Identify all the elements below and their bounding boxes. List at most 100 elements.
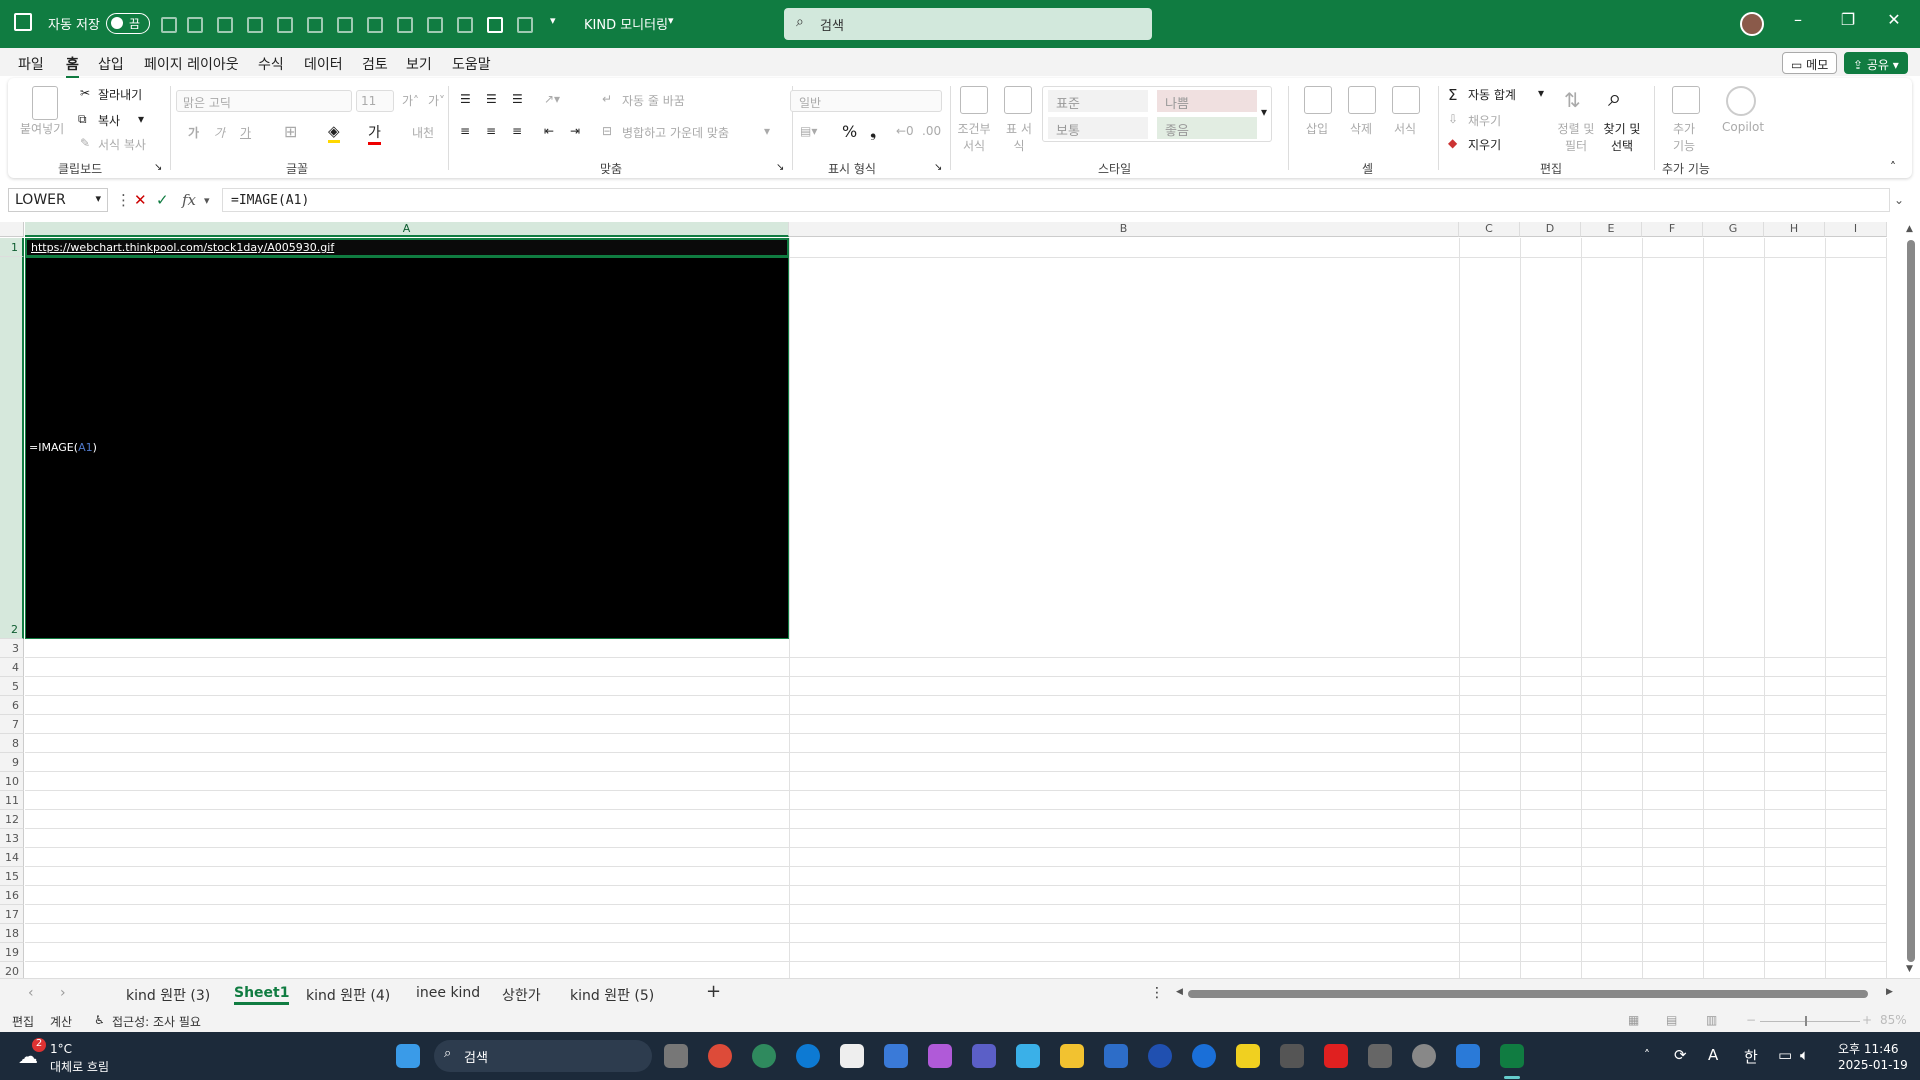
status-calc[interactable]: 계산 [50, 1013, 72, 1030]
insert-cells-button[interactable]: 삽입 [1306, 120, 1328, 137]
select-all-corner[interactable] [0, 222, 24, 237]
delete-cells-icon[interactable] [1348, 86, 1376, 114]
app-icon-3[interactable] [1148, 1044, 1172, 1068]
menu-file[interactable]: 파일 [18, 54, 44, 74]
row-header-17[interactable]: 17 [0, 905, 24, 924]
share-button[interactable]: ⇪ 공유 ▾ [1844, 52, 1908, 74]
outdent-icon[interactable]: ⇤ [544, 124, 554, 138]
row-header-12[interactable]: 12 [0, 810, 24, 829]
table-format-icon[interactable] [1004, 86, 1032, 114]
align-middle-icon[interactable]: ☰ [486, 92, 497, 106]
find-icon[interactable]: ⌕ [1608, 84, 1621, 112]
chevron-up-icon[interactable]: ˄ [1644, 1048, 1650, 1062]
find-select-button[interactable]: 찾기 및 선택 [1600, 120, 1644, 154]
table-format-button[interactable]: 표 서식 [1004, 120, 1034, 154]
page-layout-view-icon[interactable]: ▤ [1666, 1013, 1677, 1027]
font-size-select[interactable]: 11 [356, 90, 394, 112]
row-header-1[interactable]: 1 [0, 238, 24, 257]
qa-icon-10[interactable] [454, 13, 474, 33]
sheet-tab-inee-kind[interactable]: inee kind [416, 985, 480, 1001]
avatar[interactable] [1740, 12, 1764, 36]
sheet-tab-kind-3[interactable]: kind 원판 (3) [126, 985, 210, 1005]
dialog-launcher-icon[interactable]: ↘ [154, 162, 162, 173]
task-view-icon[interactable] [664, 1044, 688, 1068]
paste-icon[interactable] [32, 86, 58, 120]
cut-button[interactable]: 잘라내기 [98, 86, 142, 103]
insert-cells-icon[interactable] [1304, 86, 1332, 114]
qa-icon-5[interactable] [304, 13, 324, 33]
vertical-scrollbar[interactable]: ▲ ▼ [1902, 222, 1920, 978]
menu-data[interactable]: 데이터 [304, 54, 343, 74]
close-icon[interactable]: ✕ [1880, 10, 1908, 29]
volume-icon[interactable]: 🔈︎ [1800, 1046, 1809, 1064]
col-header-i[interactable]: I [1825, 222, 1887, 237]
cell-a1[interactable]: https://webchart.thinkpool.com/stock1day… [25, 238, 789, 257]
clock-date[interactable]: 2025-01-19 [1838, 1058, 1908, 1072]
cell-a2-editing[interactable]: =IMAGE(A1) [25, 257, 789, 639]
orientation-icon[interactable]: ↗▾ [544, 92, 560, 106]
app-icon-5[interactable] [1280, 1044, 1304, 1068]
customize-qa-icon[interactable]: ▾ [550, 14, 556, 27]
app-icon-4[interactable] [1192, 1044, 1216, 1068]
row-header-4[interactable]: 4 [0, 658, 24, 677]
addins-icon[interactable] [1672, 86, 1700, 114]
row-header-7[interactable]: 7 [0, 715, 24, 734]
sheet-tab-upper-limit[interactable]: 상한가 [502, 985, 541, 1005]
col-header-a[interactable]: A [25, 222, 789, 237]
row-header-18[interactable]: 18 [0, 924, 24, 943]
delete-cells-button[interactable]: 삭제 [1350, 120, 1372, 137]
conditional-format-button[interactable]: 조건부 서식 [952, 120, 996, 154]
network-icon[interactable]: ▭ [1778, 1046, 1792, 1064]
percent-icon[interactable]: % [842, 122, 857, 141]
font-name-select[interactable]: 맑은 고딕 [176, 90, 352, 112]
collapse-ribbon-icon[interactable]: ˄ [1890, 160, 1896, 174]
autosum-button[interactable]: 자동 합계 [1468, 86, 1516, 103]
normal-view-icon[interactable]: ▦ [1628, 1013, 1639, 1027]
sort-filter-button[interactable]: 정렬 및 필터 [1556, 120, 1596, 154]
col-header-g[interactable]: G [1703, 222, 1764, 237]
save-icon[interactable] [158, 13, 178, 33]
menu-home[interactable]: 홈 [66, 54, 79, 79]
format-painter-button[interactable]: 서식 복사 [98, 136, 146, 153]
more-icon[interactable]: ⋮ [116, 191, 131, 209]
qa-icon-7[interactable] [364, 13, 384, 33]
fill-color-icon[interactable]: ◈ [328, 122, 340, 143]
calculator-icon[interactable] [1368, 1044, 1392, 1068]
align-left-icon[interactable]: ≡ [460, 124, 470, 138]
sticky-notes-icon[interactable] [1236, 1044, 1260, 1068]
increase-font-icon[interactable]: 가˄ [402, 92, 419, 109]
dialog-launcher-icon[interactable]: ↘ [776, 162, 784, 173]
scroll-up-icon[interactable]: ▲ [1906, 224, 1913, 234]
youtube-icon[interactable] [1324, 1044, 1348, 1068]
col-header-d[interactable]: D [1520, 222, 1581, 237]
col-header-f[interactable]: F [1642, 222, 1703, 237]
horizontal-scroll-thumb[interactable] [1188, 990, 1868, 998]
style-neutral[interactable]: 보통 [1048, 117, 1148, 139]
row-header-6[interactable]: 6 [0, 696, 24, 715]
name-box[interactable]: LOWER ▾ [8, 188, 108, 212]
zoom-out-icon[interactable]: − [1746, 1013, 1756, 1027]
edge-icon[interactable] [796, 1044, 820, 1068]
zoom-in-icon[interactable]: + [1862, 1013, 1872, 1027]
decrease-font-icon[interactable]: 가˅ [428, 92, 445, 109]
qa-icon-8[interactable] [394, 13, 414, 33]
qa-icon-2[interactable] [214, 13, 234, 33]
merge-center-button[interactable]: 병합하고 가운데 맞춤 [622, 124, 729, 141]
comma-icon[interactable]: ❟ [870, 122, 876, 142]
search-box[interactable]: ⌕ 검색 [784, 8, 1152, 40]
align-top-icon[interactable]: ☰ [460, 92, 471, 106]
increase-decimal-icon[interactable]: ←0 [896, 124, 914, 138]
qa-icon-1[interactable] [184, 13, 204, 33]
indent-icon[interactable]: ⇥ [570, 124, 580, 138]
zoom-slider[interactable] [1760, 1021, 1860, 1022]
sheet-tab-kind-4[interactable]: kind 원판 (4) [306, 985, 390, 1005]
align-right-icon[interactable]: ≡ [512, 124, 522, 138]
ime-mode-ko[interactable]: 한 [1744, 1046, 1758, 1067]
format-cells-button[interactable]: 서식 [1394, 120, 1416, 137]
align-bottom-icon[interactable]: ☰ [512, 92, 523, 106]
menu-formulas[interactable]: 수식 [258, 54, 284, 74]
qa-icon-3[interactable] [244, 13, 264, 33]
row-header-15[interactable]: 15 [0, 867, 24, 886]
number-format-select[interactable]: 일반 [790, 90, 942, 112]
wrap-text-button[interactable]: 자동 줄 바꿈 [622, 92, 685, 109]
